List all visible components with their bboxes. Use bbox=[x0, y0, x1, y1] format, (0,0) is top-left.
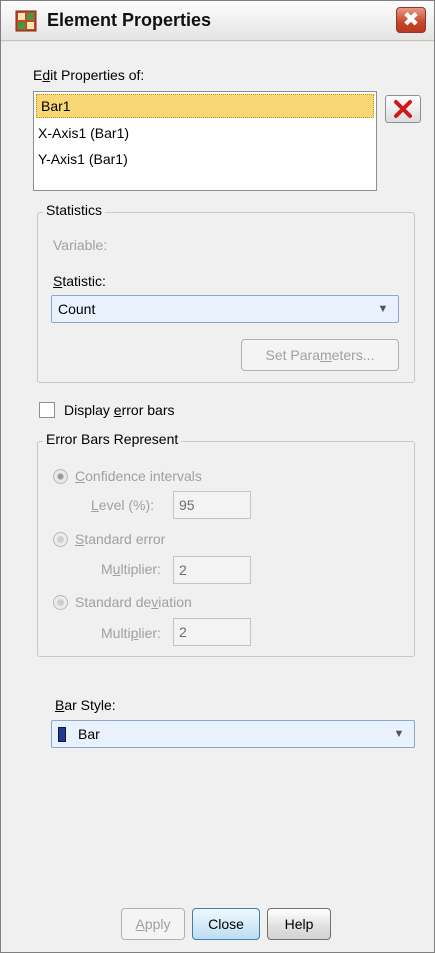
confidence-intervals-radio[interactable] bbox=[53, 469, 68, 484]
confidence-intervals-label: Confidence intervals bbox=[75, 468, 202, 484]
delete-element-button[interactable] bbox=[385, 95, 421, 123]
bar-style-value: Bar bbox=[78, 726, 100, 742]
standard-deviation-multiplier-field[interactable]: 2 bbox=[173, 618, 251, 646]
standard-error-radio[interactable] bbox=[53, 532, 68, 547]
multiplier-label: Multiplier: bbox=[101, 561, 161, 577]
window-title: Element Properties bbox=[47, 10, 212, 30]
apply-button[interactable]: Apply bbox=[121, 908, 185, 940]
multiplier-label: Multiplier: bbox=[101, 625, 161, 641]
standard-deviation-radio[interactable] bbox=[53, 595, 68, 610]
statistics-group-title: Statistics bbox=[43, 202, 106, 218]
help-button[interactable]: Help bbox=[267, 908, 331, 940]
list-item[interactable]: Y-Axis1 (Bar1) bbox=[34, 146, 376, 172]
bar-swatch-icon bbox=[58, 727, 66, 742]
display-error-bars-label: Display error bars bbox=[64, 402, 175, 418]
chevron-down-icon: ▼ bbox=[377, 303, 389, 315]
edit-properties-list[interactable]: Bar1 X-Axis1 (Bar1) Y-Axis1 (Bar1) bbox=[33, 91, 377, 191]
bar-style-label: Bar Style: bbox=[55, 697, 116, 713]
standard-error-label: Standard error bbox=[75, 531, 166, 547]
variable-label: Variable: bbox=[53, 237, 108, 253]
title-bar[interactable]: Element Properties ✖ bbox=[1, 1, 434, 41]
element-properties-window: Element Properties ✖ Edit Properties of:… bbox=[0, 0, 435, 953]
statistic-label: Statistic: bbox=[53, 273, 106, 289]
set-parameters-button[interactable]: Set Parameters... bbox=[241, 339, 399, 371]
display-error-bars-checkbox[interactable] bbox=[39, 402, 55, 418]
standard-error-multiplier-field[interactable]: 2 bbox=[173, 556, 251, 584]
list-item[interactable]: X-Axis1 (Bar1) bbox=[34, 120, 376, 146]
list-item[interactable]: Bar1 bbox=[36, 94, 374, 118]
standard-deviation-label: Standard deviation bbox=[75, 594, 192, 610]
level-field[interactable]: 95 bbox=[173, 491, 251, 519]
error-bars-group-title: Error Bars Represent bbox=[43, 431, 182, 447]
red-x-icon bbox=[394, 100, 412, 118]
statistic-value: Count bbox=[58, 301, 96, 317]
chevron-down-icon: ▼ bbox=[393, 728, 405, 740]
close-button[interactable]: Close bbox=[192, 908, 260, 940]
statistic-dropdown[interactable]: Count ▼ bbox=[51, 295, 399, 323]
chart-builder-icon bbox=[15, 10, 37, 32]
bar-style-dropdown[interactable]: Bar ▼ bbox=[51, 720, 415, 748]
edit-properties-label: Edit Properties of: bbox=[33, 67, 145, 83]
window-close-button[interactable]: ✖ bbox=[396, 7, 426, 33]
level-label: Level (%): bbox=[91, 497, 155, 513]
